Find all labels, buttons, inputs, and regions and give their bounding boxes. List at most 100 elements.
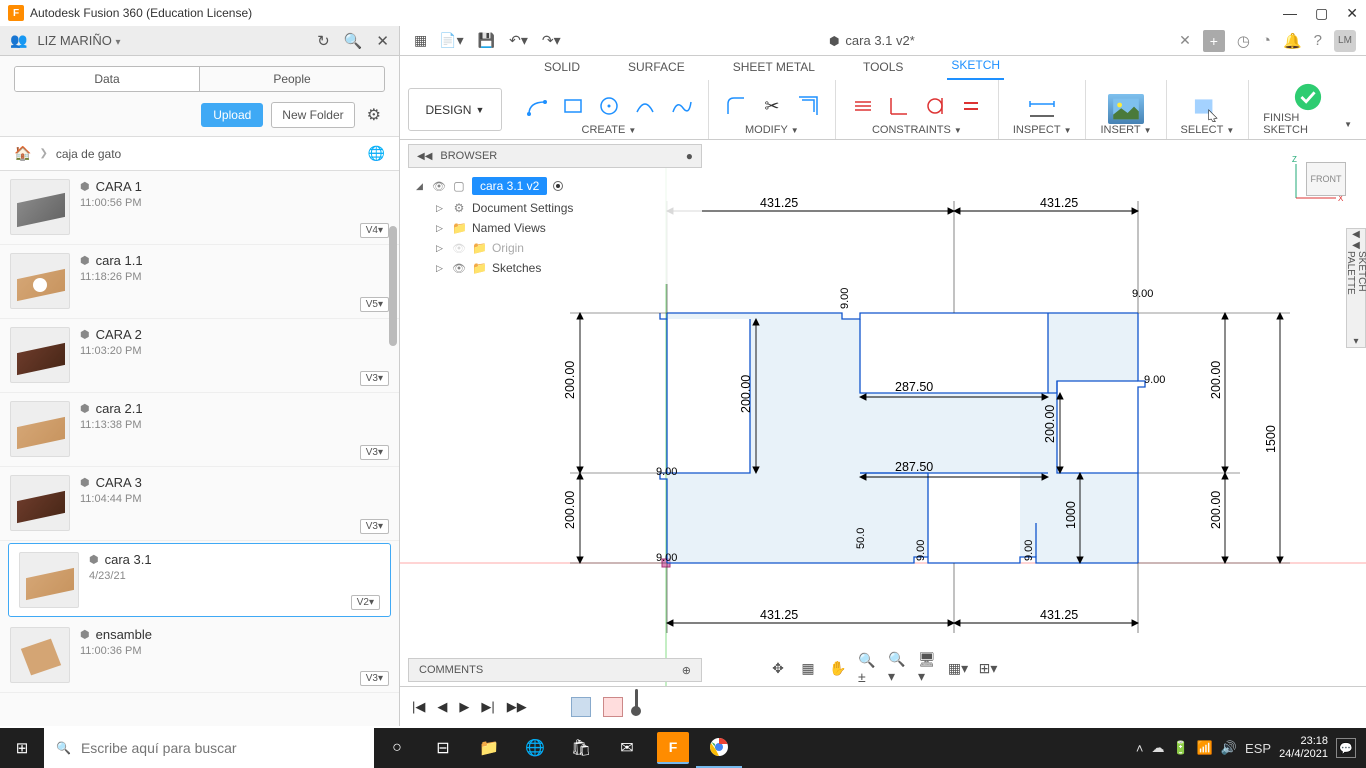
file-item[interactable]: ⬢cara 1.111:18:26 PMV5▾ xyxy=(0,245,399,319)
breadcrumb-folder[interactable]: caja de gato xyxy=(56,147,121,161)
constraints-label[interactable]: CONSTRAINTS ▼ xyxy=(872,124,962,139)
finish-sketch-icon[interactable] xyxy=(1290,82,1326,112)
web-icon[interactable]: 🌐 xyxy=(368,145,385,162)
fusion-taskbar-icon[interactable]: F xyxy=(657,732,689,764)
comments-bar[interactable]: COMMENTS ⊕ xyxy=(408,658,702,682)
window-close-icon[interactable]: ✕ xyxy=(1346,5,1358,22)
file-item[interactable]: ⬢cara 2.111:13:38 PMV3▾ xyxy=(0,393,399,467)
select-tool-icon[interactable] xyxy=(1189,94,1225,124)
chrome-icon[interactable] xyxy=(696,728,742,768)
timeline-next-icon[interactable]: ▶| xyxy=(481,699,494,715)
close-panel-icon[interactable]: ✕ xyxy=(376,32,389,50)
tree-item-document-settings[interactable]: ▷⚙Document Settings xyxy=(412,198,698,218)
browser-options-icon[interactable]: ● xyxy=(686,149,693,163)
notifications-icon[interactable]: 🔔 xyxy=(1283,32,1302,50)
close-tab-icon[interactable]: ✕ xyxy=(1179,32,1191,49)
tree-root[interactable]: ◢👁▢ cara 3.1 v2 xyxy=(412,174,698,198)
arc-tool-icon[interactable] xyxy=(632,93,658,119)
redo-icon[interactable]: ↷▾ xyxy=(542,32,561,49)
browser-header[interactable]: ◀◀ BROWSER ● xyxy=(408,144,702,168)
language-indicator[interactable]: ESP xyxy=(1245,741,1271,756)
version-badge[interactable]: V3▾ xyxy=(360,371,389,386)
select-label[interactable]: SELECT ▼ xyxy=(1181,124,1235,139)
workspace-tab-solid[interactable]: SOLID xyxy=(540,56,584,80)
sketch-palette-tab[interactable]: ◀◀ SKETCH PALETTE ▾ xyxy=(1346,228,1366,348)
offset-tool-icon[interactable] xyxy=(795,93,821,119)
tray-chevron-icon[interactable]: ˄ xyxy=(1136,741,1144,756)
zoom-window-icon[interactable]: 🔍▾ xyxy=(888,658,908,678)
data-panel-icon[interactable]: ▦ xyxy=(414,32,425,49)
refresh-icon[interactable]: ↻ xyxy=(317,32,330,50)
file-item[interactable]: ⬢cara 3.14/23/21V2▾ xyxy=(8,543,391,617)
document-tab[interactable]: ⬢ cara 3.1 v2* xyxy=(575,33,1169,48)
coincident-constraint-icon[interactable] xyxy=(886,93,912,119)
explorer-icon[interactable]: 📁 xyxy=(466,728,512,768)
timeline-start-icon[interactable]: |◀ xyxy=(412,699,425,715)
workspace-tab-tools[interactable]: TOOLS xyxy=(859,56,907,80)
tree-item-sketches[interactable]: ▷👁📁Sketches xyxy=(412,258,698,278)
grid-settings-icon[interactable]: ▦▾ xyxy=(948,658,968,678)
new-tab-button[interactable]: + xyxy=(1203,30,1225,52)
help-icon[interactable]: ? xyxy=(1314,32,1322,49)
cortana-icon[interactable]: ○ xyxy=(374,728,420,768)
save-icon[interactable]: 💾 xyxy=(478,32,495,49)
undo-icon[interactable]: ↶▾ xyxy=(509,32,528,49)
inspect-label[interactable]: INSPECT ▼ xyxy=(1013,124,1072,139)
volume-icon[interactable]: 🔊 xyxy=(1221,740,1237,756)
search-input[interactable] xyxy=(81,740,362,756)
wifi-icon[interactable]: 📶 xyxy=(1197,740,1213,756)
version-badge[interactable]: V4▾ xyxy=(360,223,389,238)
activate-radio-icon[interactable] xyxy=(553,181,563,191)
search-icon[interactable]: 🔍 xyxy=(344,32,363,50)
new-folder-button[interactable]: New Folder xyxy=(271,102,354,128)
look-at-icon[interactable]: ▦ xyxy=(798,658,818,678)
orbit-icon[interactable]: ✥ xyxy=(768,658,788,678)
tree-item-origin[interactable]: ▷👁📁Origin xyxy=(412,238,698,258)
settings-icon[interactable]: ⚙ xyxy=(363,105,385,125)
window-minimize-icon[interactable]: — xyxy=(1283,5,1297,22)
edge-icon[interactable]: 🌐 xyxy=(512,728,558,768)
timeline-sketch-feature[interactable] xyxy=(571,697,591,717)
user-menu[interactable]: LIZ MARIÑO ▾ xyxy=(37,33,307,48)
horizontal-constraint-icon[interactable] xyxy=(850,93,876,119)
version-badge[interactable]: V3▾ xyxy=(360,671,389,686)
file-menu-icon[interactable]: 📄▾ xyxy=(439,32,463,49)
file-item[interactable]: ⬢ensamble11:00:36 PMV3▾ xyxy=(0,619,399,693)
tab-people[interactable]: People xyxy=(199,67,384,91)
version-badge[interactable]: V3▾ xyxy=(360,519,389,534)
start-button[interactable]: ⊞ xyxy=(0,728,44,768)
zoom-icon[interactable]: 🔍± xyxy=(858,658,878,678)
job-status-icon[interactable]: ◔ xyxy=(1262,32,1271,49)
clock[interactable]: 23:18 24/4/2021 xyxy=(1279,735,1328,761)
tree-item-named-views[interactable]: ▷📁Named Views xyxy=(412,218,698,238)
workspace-switcher[interactable]: DESIGN ▼ xyxy=(408,88,502,131)
battery-icon[interactable]: 🔋 xyxy=(1172,740,1188,756)
viewcube-front[interactable]: FRONT xyxy=(1306,162,1346,196)
task-view-icon[interactable]: ⊟ xyxy=(420,728,466,768)
home-icon[interactable]: 🏠 xyxy=(14,145,31,162)
fillet-tool-icon[interactable] xyxy=(723,93,749,119)
workspace-tab-surface[interactable]: SURFACE xyxy=(624,56,689,80)
finish-sketch-label[interactable]: FINISH SKETCH ▼ xyxy=(1263,112,1352,139)
pan-icon[interactable]: ✋ xyxy=(828,658,848,678)
equal-constraint-icon[interactable] xyxy=(958,93,984,119)
user-avatar[interactable]: LM xyxy=(1334,30,1356,52)
viewport-icon[interactable]: ⊞▾ xyxy=(978,658,998,678)
store-icon[interactable]: 🛍 xyxy=(558,728,604,768)
insert-label[interactable]: INSERT ▼ xyxy=(1100,124,1151,139)
circle-tool-icon[interactable] xyxy=(596,93,622,119)
taskbar-search[interactable]: 🔍 xyxy=(44,728,374,768)
sketch-canvas[interactable]: ◀◀ BROWSER ● ◢👁▢ cara 3.1 v2 ▷⚙Document … xyxy=(400,140,1366,726)
insert-image-icon[interactable] xyxy=(1108,94,1144,124)
tab-data[interactable]: Data xyxy=(15,67,199,91)
tangent-constraint-icon[interactable] xyxy=(922,93,948,119)
file-item[interactable]: ⬢CARA 111:00:56 PMV4▾ xyxy=(0,171,399,245)
timeline-sketch-feature-2[interactable] xyxy=(603,697,623,717)
window-maximize-icon[interactable]: ▢ xyxy=(1315,5,1328,22)
timeline-prev-icon[interactable]: ◀ xyxy=(437,699,447,715)
viewcube[interactable]: Z X FRONT xyxy=(1286,152,1346,208)
action-center-icon[interactable]: 💬 xyxy=(1336,738,1356,758)
file-item[interactable]: ⬢CARA 311:04:44 PMV3▾ xyxy=(0,467,399,541)
version-badge[interactable]: V5▾ xyxy=(360,297,389,312)
version-badge[interactable]: V2▾ xyxy=(351,595,380,610)
